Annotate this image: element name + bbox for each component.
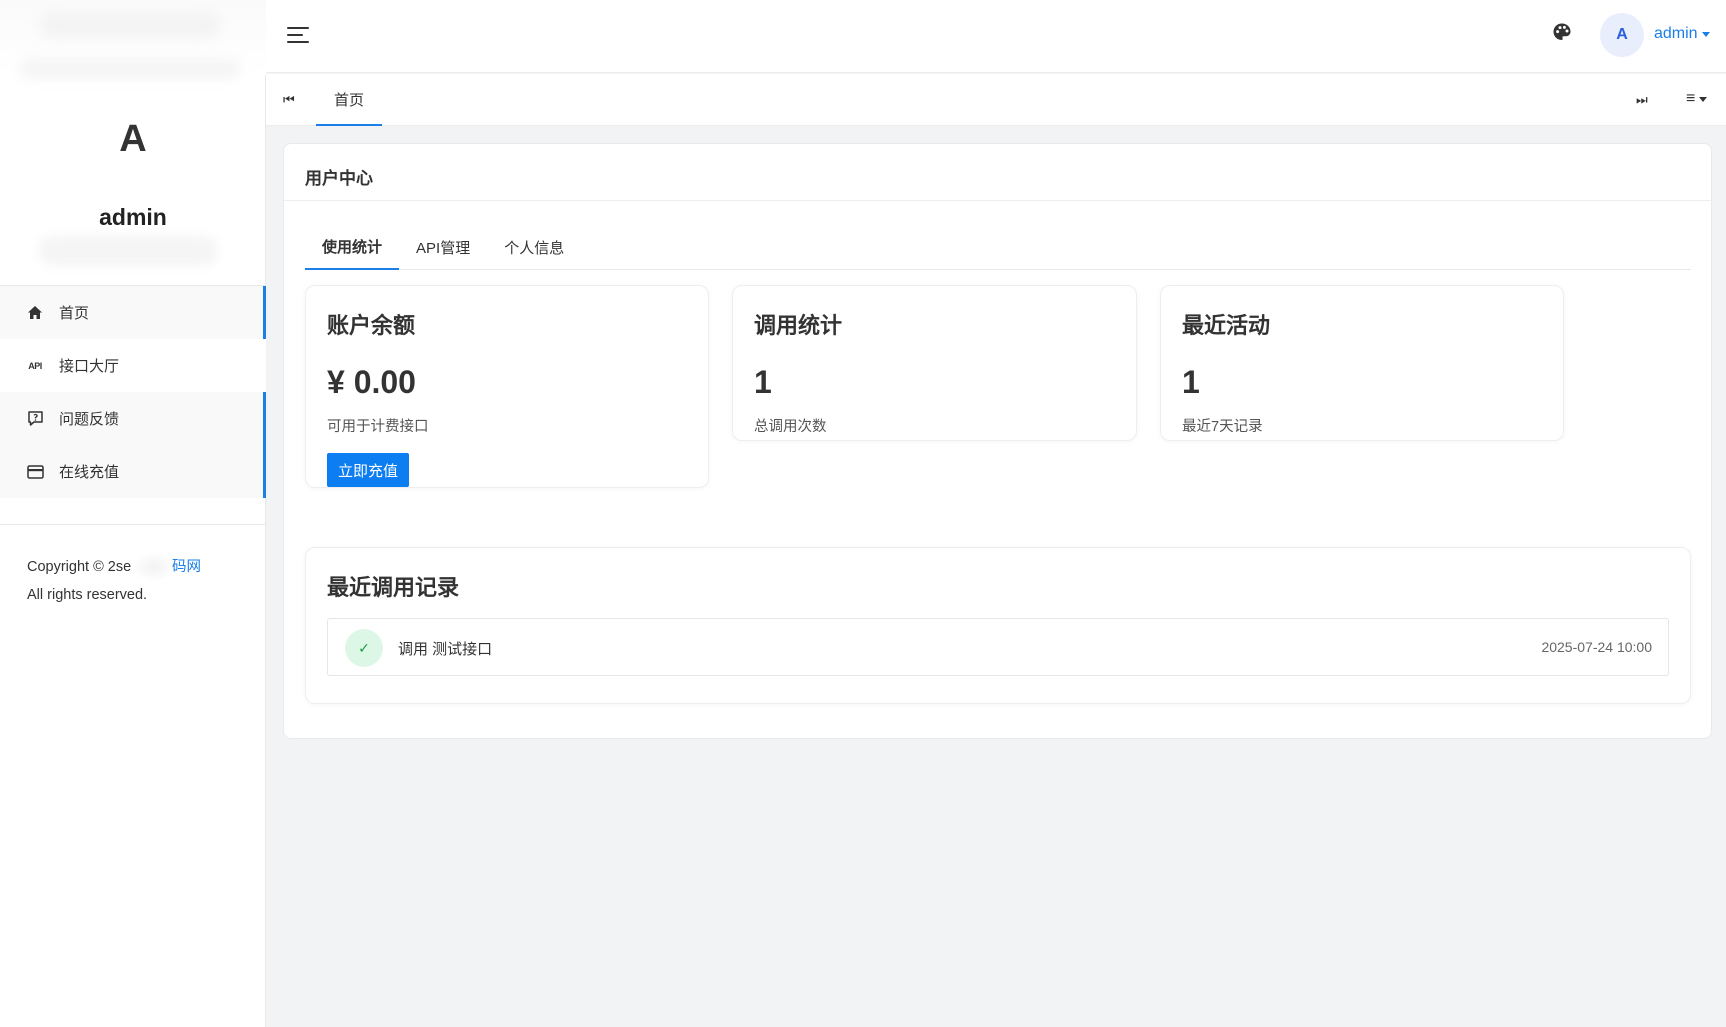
tab-home[interactable]: 首页	[316, 74, 382, 126]
sidebar-item-label: 在线充值	[59, 464, 120, 481]
skip-back-icon[interactable]: ⏮	[283, 92, 295, 108]
tab-options-dropdown[interactable]: ≡	[1686, 90, 1708, 108]
tab-usage-stats[interactable]: 使用统计	[305, 224, 400, 270]
balance-value: ¥ 0.00	[327, 364, 416, 400]
activity-count-value: 1	[1182, 364, 1200, 400]
user-menu-label: admin	[1654, 25, 1698, 42]
tab-profile[interactable]: 个人信息	[487, 224, 581, 270]
home-icon	[25, 303, 45, 323]
copyright-smudge	[132, 552, 177, 582]
menu-toggle-icon[interactable]	[287, 25, 311, 45]
sidebar-item-home[interactable]: 首页	[0, 286, 266, 339]
page-tabbar: ⏮ 首页 ⏭ ≡	[266, 74, 1726, 126]
avatar[interactable]: A	[1600, 13, 1644, 57]
panel-divider	[284, 200, 1711, 201]
sidebar-user-subtitle	[38, 236, 218, 266]
sidebar-divider	[0, 524, 266, 525]
sidebar-item-label: 首页	[59, 305, 90, 322]
list-icon: ≡	[1686, 90, 1696, 107]
top-header: A admin	[266, 0, 1726, 73]
call-stats-card: 调用统计 1 总调用次数	[732, 285, 1137, 441]
sidebar-item-recharge[interactable]: 在线充值	[0, 445, 266, 498]
sidebar-item-feedback[interactable]: 问题反馈	[0, 392, 266, 445]
sidebar-nav: 首页 API 接口大厅 问题反馈 在线充值	[0, 285, 266, 498]
card-title: 最近调用记录	[327, 575, 460, 600]
card-description: 最近7天记录	[1182, 419, 1263, 435]
check-icon: ✓	[345, 629, 383, 667]
copyright-rights: All rights reserved.	[27, 587, 148, 603]
balance-card: 账户余额 ¥ 0.00 可用于计费接口 立即充值	[305, 285, 709, 488]
skip-forward-icon[interactable]: ⏭	[1636, 92, 1648, 108]
record-time: 2025-07-24 10:00	[1541, 639, 1652, 655]
sidebar: A admin 首页 API 接口大厅 问题反馈 在线充值 Copyright …	[0, 0, 266, 1027]
list-item: ✓ 调用 测试接口 2025-07-24 10:00	[327, 618, 1669, 676]
user-center-panel: 用户中心 使用统计 API管理 个人信息 账户余额 ¥ 0.00 可用于计费接口…	[283, 143, 1712, 739]
copyright: Copyright © 2ser 码网 All rights reserved.	[27, 552, 201, 609]
card-description: 可用于计费接口	[327, 419, 429, 435]
card-description: 总调用次数	[754, 419, 827, 435]
copyright-text: Copyright © 2ser	[27, 558, 137, 575]
chevron-down-icon	[1699, 96, 1708, 102]
user-menu-dropdown[interactable]: admin	[1654, 25, 1710, 43]
feedback-icon	[25, 409, 45, 429]
tab-api-management[interactable]: API管理	[399, 224, 487, 270]
credit-card-icon	[25, 462, 45, 482]
sidebar-avatar: A	[119, 118, 147, 160]
sidebar-item-api-hall[interactable]: API 接口大厅	[0, 339, 266, 392]
recent-activity-card: 最近活动 1 最近7天记录	[1160, 285, 1564, 441]
sidebar-username: admin	[99, 204, 167, 230]
page-title: 用户中心	[305, 169, 373, 188]
record-text: 调用 测试接口	[398, 641, 493, 658]
card-title: 最近活动	[1182, 313, 1271, 338]
chevron-down-icon	[1701, 31, 1710, 37]
call-count-value: 1	[754, 364, 772, 400]
logo-area	[0, 0, 266, 75]
copyright-link[interactable]: 码网	[172, 559, 201, 575]
sidebar-item-label: 问题反馈	[59, 411, 120, 428]
sidebar-item-label: 接口大厅	[59, 358, 120, 375]
card-title: 调用统计	[754, 313, 843, 338]
api-icon: API	[28, 360, 42, 371]
recent-records-card: 最近调用记录 ✓ 调用 测试接口 2025-07-24 10:00	[305, 547, 1691, 704]
palette-icon[interactable]	[1552, 22, 1574, 44]
recharge-button[interactable]: 立即充值	[327, 453, 409, 487]
subtabs: 使用统计 API管理 个人信息	[305, 224, 1691, 270]
card-title: 账户余额	[327, 313, 416, 338]
